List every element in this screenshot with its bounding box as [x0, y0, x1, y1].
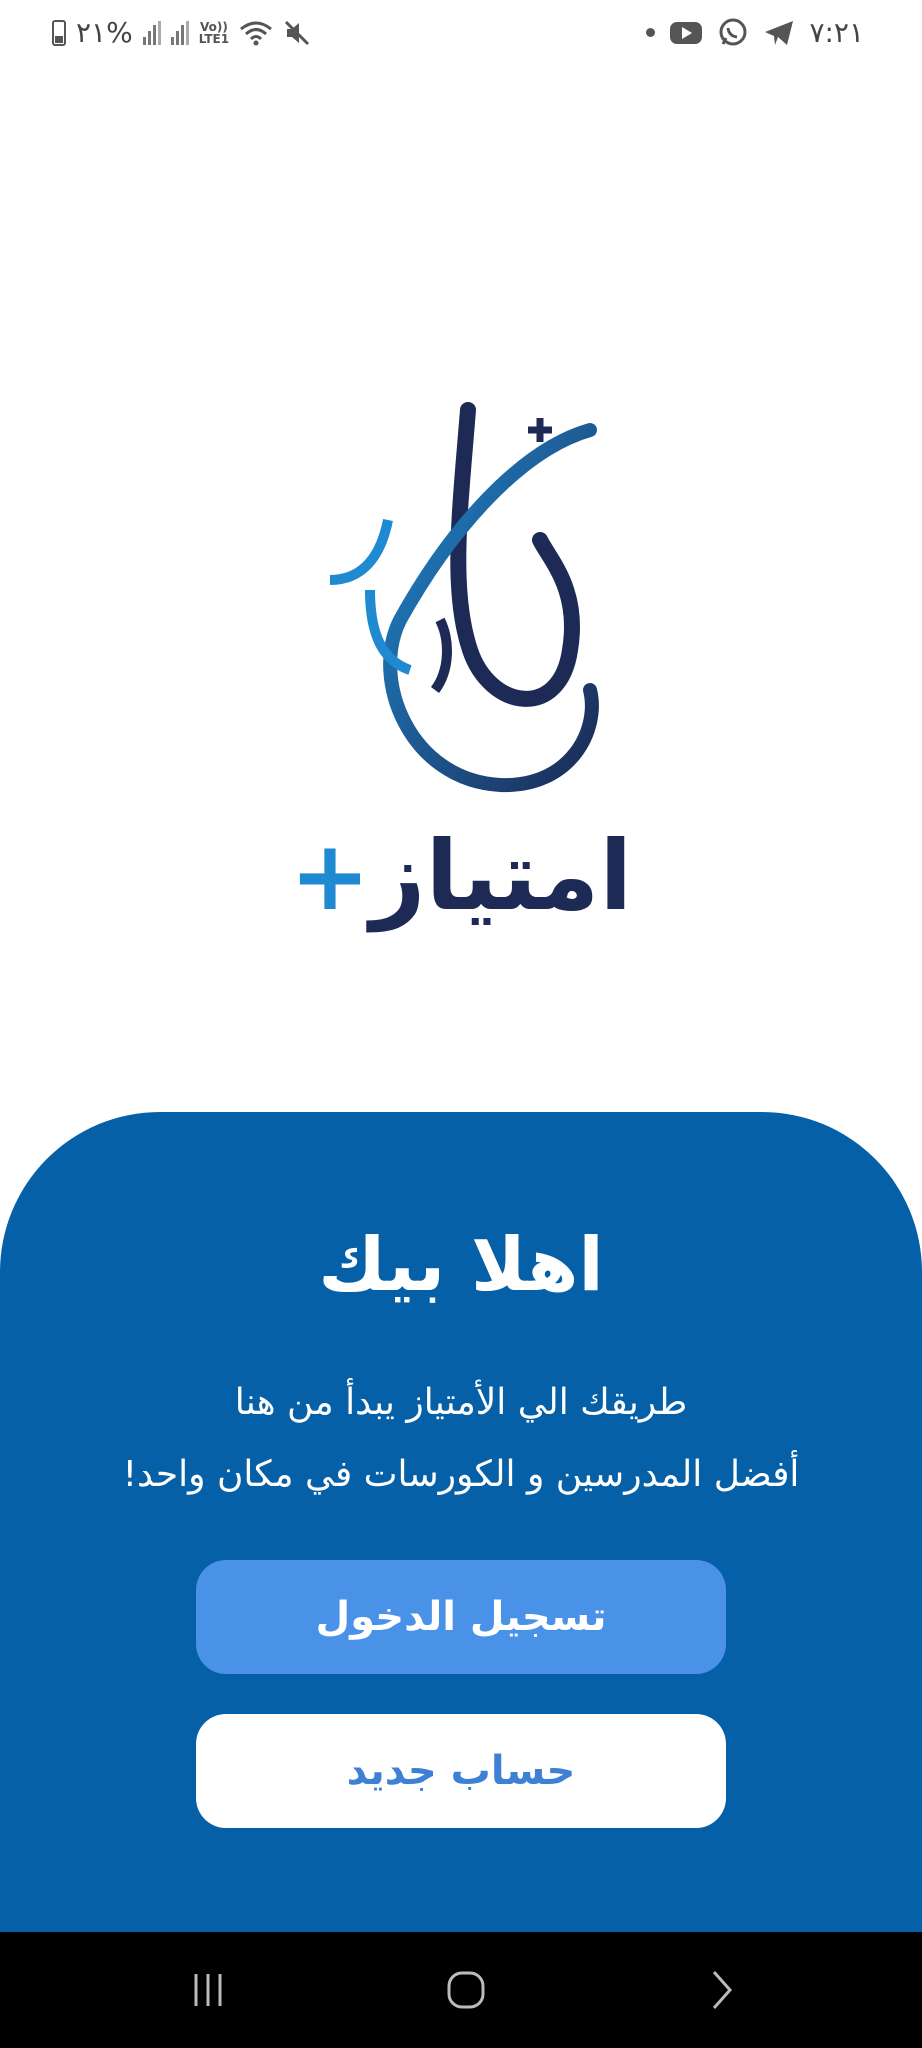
wifi-icon	[240, 21, 273, 45]
new-account-button[interactable]: حساب جديد	[196, 1714, 726, 1828]
battery-icon	[52, 19, 66, 46]
recent-apps-icon[interactable]	[178, 1962, 238, 2018]
battery-percentage: ٢١%	[76, 16, 133, 49]
signal-icon	[142, 20, 161, 45]
status-right: ٧:٢١	[646, 16, 864, 49]
tagline-line-1: طريقك الي الأمتياز يبدأ من هنا	[234, 1382, 688, 1423]
back-icon[interactable]	[692, 1962, 752, 2018]
home-icon[interactable]	[436, 1962, 496, 2018]
login-button[interactable]: تسجيل الدخول	[196, 1560, 726, 1674]
whatsapp-icon	[719, 18, 747, 45]
brand-logo: امتياز+	[0, 390, 922, 950]
youtube-icon	[670, 21, 703, 44]
navigation-bar	[0, 1932, 922, 2048]
mute-icon	[285, 20, 310, 45]
new-account-button-label: حساب جديد	[346, 1748, 576, 1794]
clock: ٧:٢١	[809, 16, 864, 49]
volte-bottom-label: LTE1	[198, 31, 230, 46]
signal-icon	[170, 20, 189, 45]
tagline-line-2: أفضل المدرسين و الكورسات في مكان واحد!	[122, 1454, 800, 1495]
logo-wordmark-text: امتياز	[370, 820, 633, 932]
status-left: ٢١% Vo)) LTE1	[52, 16, 311, 49]
welcome-panel: اهلا بيك طريقك الي الأمتياز يبدأ من هنا …	[0, 1112, 922, 1932]
welcome-title: اهلا بيك	[318, 1222, 604, 1308]
notification-dot-icon	[646, 28, 656, 37]
welcome-screen: ٢١% Vo)) LTE1 ٧:٢١ امتياز+ اهلا بيك طريق…	[0, 0, 922, 2048]
logo-wordmark: امتياز+	[0, 820, 922, 932]
login-button-label: تسجيل الدخول	[315, 1594, 607, 1640]
logo-plus-icon: +	[289, 820, 371, 932]
volte-icon: Vo)) LTE1	[199, 21, 229, 45]
telegram-icon	[765, 20, 794, 45]
calligraphy-logo-icon	[329, 402, 599, 793]
status-bar: ٢١% Vo)) LTE1 ٧:٢١	[0, 0, 922, 70]
